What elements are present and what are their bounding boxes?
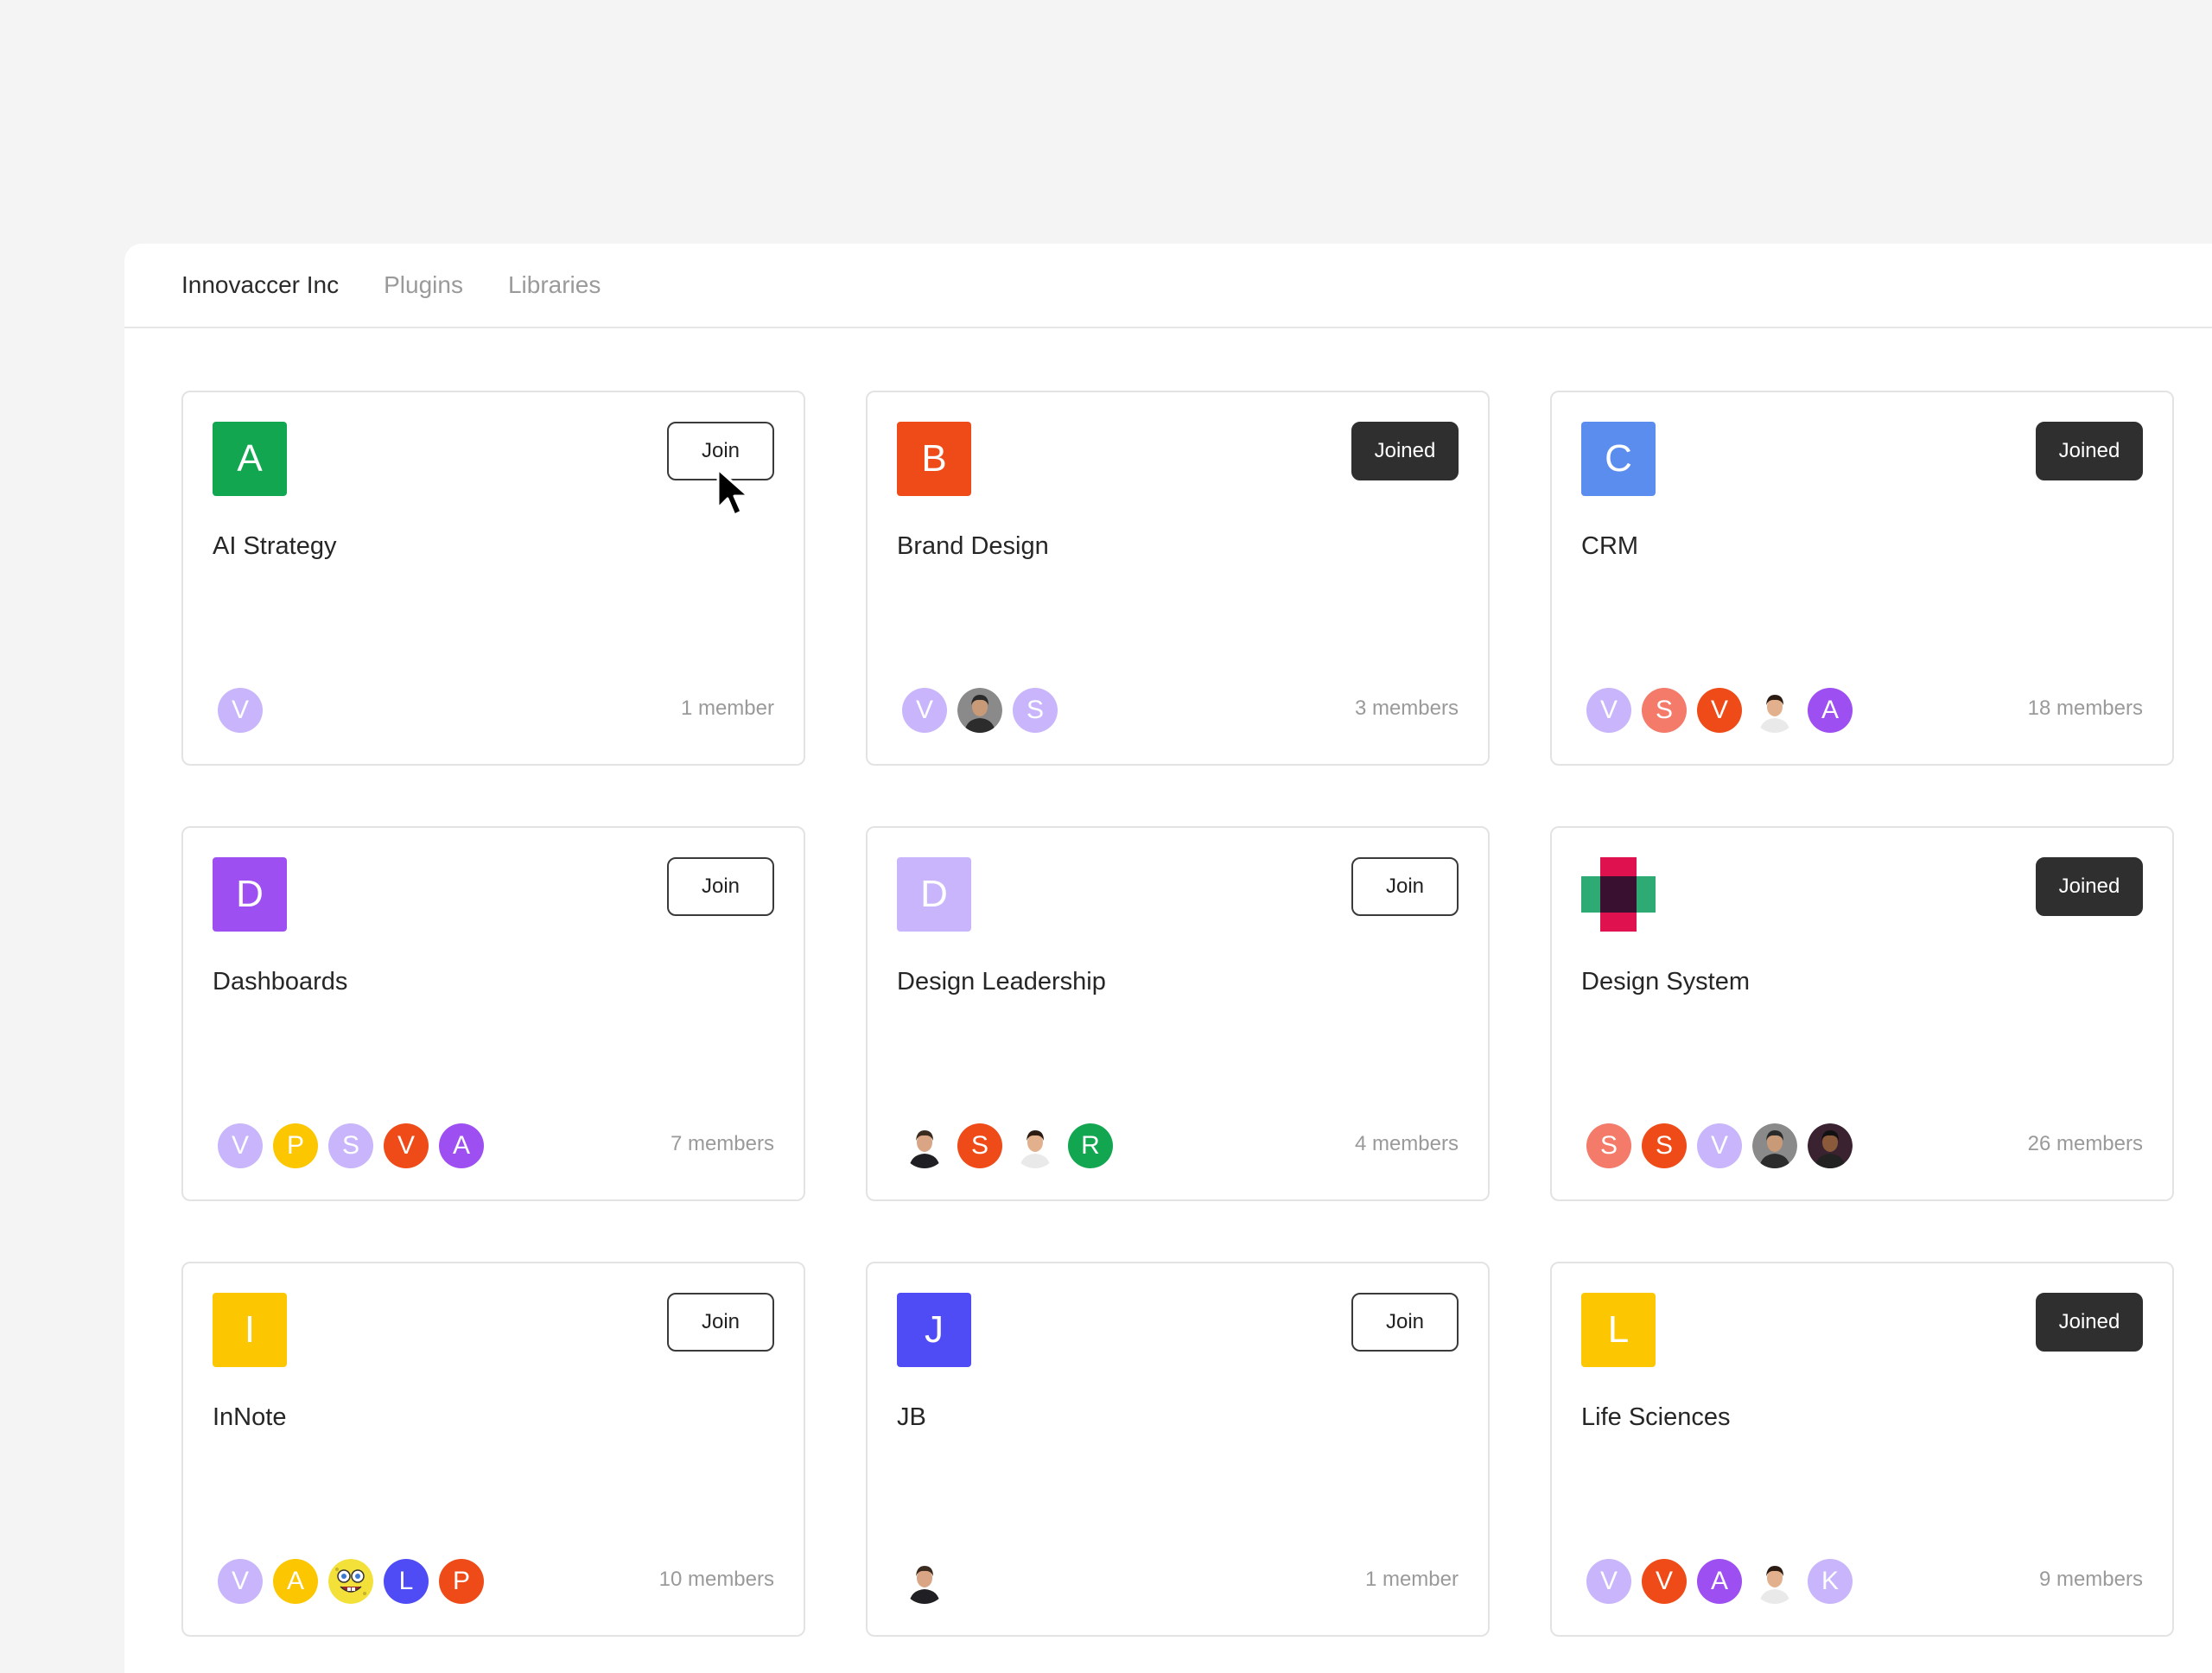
team-name: JB xyxy=(897,1403,926,1431)
team-name: InNote xyxy=(213,1403,287,1431)
member-avatars xyxy=(902,1559,947,1604)
team-card[interactable]: A Join AI Strategy V 1 member xyxy=(181,391,805,766)
tab-bar: Innovaccer Inc Plugins Libraries xyxy=(124,244,2212,328)
member-avatars: V xyxy=(218,688,263,733)
member-count: 4 members xyxy=(1354,1132,1459,1155)
join-button[interactable]: Join xyxy=(1351,857,1459,916)
team-card[interactable]: B Joined Brand Design V S 3 members xyxy=(866,391,1490,766)
member-count: 7 members xyxy=(670,1132,774,1155)
team-name: Design System xyxy=(1581,968,1751,996)
team-card[interactable]: D Join Dashboards V P S V A 7 members xyxy=(181,826,805,1201)
member-avatar[interactable]: V xyxy=(218,688,263,733)
team-avatar-tile: I xyxy=(213,1293,287,1367)
team-avatar-tile: L xyxy=(1581,1293,1656,1367)
team-avatar-tile: D xyxy=(213,857,287,932)
workspace-panel: Innovaccer Inc Plugins Libraries A Join AI… xyxy=(124,244,2212,1673)
member-avatar-photo[interactable] xyxy=(1808,1123,1853,1168)
member-avatars: VSV A xyxy=(1586,688,1853,733)
member-count: 1 member xyxy=(680,697,774,720)
member-count: 26 members xyxy=(2027,1132,2143,1155)
member-avatar[interactable]: A xyxy=(1697,1559,1742,1604)
member-avatar[interactable]: V xyxy=(1697,1123,1742,1168)
member-avatar[interactable]: L xyxy=(384,1559,429,1604)
joined-button[interactable]: Joined xyxy=(2036,422,2143,480)
team-name: Life Sciences xyxy=(1581,1403,1731,1431)
member-avatar[interactable]: S xyxy=(1642,1123,1687,1168)
member-avatar[interactable]: V xyxy=(902,688,947,733)
member-avatar[interactable]: V xyxy=(218,1123,263,1168)
join-button[interactable]: Join xyxy=(667,422,774,480)
member-avatars: VVAK xyxy=(1586,1559,1853,1604)
team-avatar-tile: B xyxy=(897,422,971,496)
member-avatars: VS xyxy=(902,688,1058,733)
team-card[interactable]: D Join Design Leadership S R 4 members xyxy=(866,826,1490,1201)
tab-plugins[interactable]: Plugins xyxy=(384,271,463,299)
member-avatar-photo[interactable] xyxy=(902,1559,947,1604)
member-avatar-photo[interactable] xyxy=(1752,1559,1797,1604)
member-avatar[interactable]: V xyxy=(1586,1559,1631,1604)
team-avatar-tile: A xyxy=(213,422,287,496)
member-avatars: SR xyxy=(902,1123,1113,1168)
team-card[interactable]: Joined Design System S S V 26 members xyxy=(1550,826,2174,1201)
member-avatar-photo[interactable] xyxy=(957,688,1002,733)
member-count: 1 member xyxy=(1364,1568,1459,1591)
member-avatar[interactable]: S xyxy=(1586,1123,1631,1168)
tab-libraries[interactable]: Libraries xyxy=(508,271,601,299)
member-avatar[interactable]: V xyxy=(384,1123,429,1168)
team-name: Dashboards xyxy=(213,968,348,996)
member-count: 10 members xyxy=(658,1568,774,1591)
team-card[interactable]: C Joined CRM V S V A 18 members xyxy=(1550,391,2174,766)
member-count: 9 members xyxy=(2038,1568,2143,1591)
tab-innovaccer-inc[interactable]: Innovaccer Inc xyxy=(181,271,339,299)
member-avatars: VPSVA xyxy=(218,1123,484,1168)
join-button[interactable]: Join xyxy=(1351,1293,1459,1352)
member-avatar[interactable]: A xyxy=(439,1123,484,1168)
joined-button[interactable]: Joined xyxy=(2036,1293,2143,1352)
member-avatar[interactable]: P xyxy=(439,1559,484,1604)
member-avatar-photo[interactable] xyxy=(328,1559,373,1604)
member-avatar[interactable]: P xyxy=(273,1123,318,1168)
teams-grid: A Join AI Strategy V 1 member B Joined Brand De… xyxy=(181,391,2174,1637)
member-avatar[interactable]: K xyxy=(1808,1559,1853,1604)
member-avatar[interactable]: V xyxy=(1697,688,1742,733)
team-name: Brand Design xyxy=(897,532,1049,560)
member-avatar[interactable]: S xyxy=(957,1123,1002,1168)
member-avatar[interactable]: S xyxy=(1642,688,1687,733)
member-avatar[interactable]: A xyxy=(273,1559,318,1604)
design-system-logo-icon xyxy=(1581,857,1656,932)
member-avatar[interactable]: V xyxy=(1586,688,1631,733)
member-avatar-photo[interactable] xyxy=(1013,1123,1058,1168)
team-avatar-tile: J xyxy=(897,1293,971,1367)
team-card[interactable]: I Join InNote V A L P 10 members xyxy=(181,1262,805,1637)
team-avatar-tile: D xyxy=(897,857,971,932)
member-avatar[interactable]: S xyxy=(328,1123,373,1168)
team-name: AI Strategy xyxy=(213,532,337,560)
member-avatar[interactable]: R xyxy=(1068,1123,1113,1168)
member-avatars: SSV xyxy=(1586,1123,1853,1168)
join-button[interactable]: Join xyxy=(667,1293,774,1352)
member-avatar[interactable]: V xyxy=(218,1559,263,1604)
joined-button[interactable]: Joined xyxy=(2036,857,2143,916)
member-avatar-photo[interactable] xyxy=(1752,688,1797,733)
team-card[interactable]: L Joined Life Sciences V V A K 9 members xyxy=(1550,1262,2174,1637)
member-avatars: VA LP xyxy=(218,1559,484,1604)
member-count: 18 members xyxy=(2027,697,2143,720)
team-name: CRM xyxy=(1581,532,1639,560)
member-count: 3 members xyxy=(1354,697,1459,720)
joined-button[interactable]: Joined xyxy=(1351,422,1459,480)
team-name: Design Leadership xyxy=(897,968,1106,996)
team-card[interactable]: J Join JB 1 member xyxy=(866,1262,1490,1637)
member-avatar[interactable]: A xyxy=(1808,688,1853,733)
member-avatar-photo[interactable] xyxy=(1752,1123,1797,1168)
member-avatar-photo[interactable] xyxy=(902,1123,947,1168)
join-button[interactable]: Join xyxy=(667,857,774,916)
member-avatar[interactable]: V xyxy=(1642,1559,1687,1604)
member-avatar[interactable]: S xyxy=(1013,688,1058,733)
team-avatar-tile: C xyxy=(1581,422,1656,496)
